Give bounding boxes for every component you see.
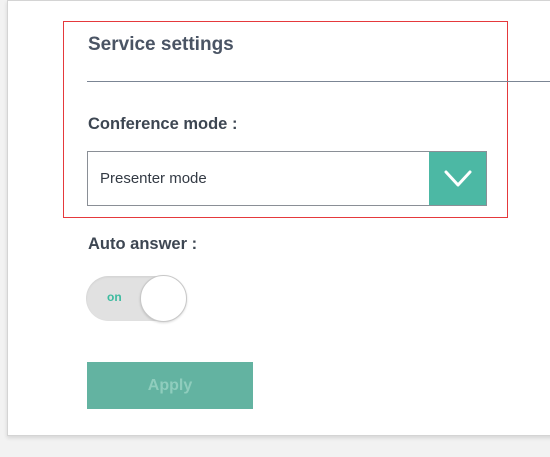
auto-answer-toggle[interactable]: on	[86, 275, 187, 322]
conference-mode-value: Presenter mode	[100, 170, 207, 187]
dropdown-arrow-button[interactable]	[429, 152, 486, 205]
section-divider	[87, 81, 550, 82]
toggle-knob[interactable]	[140, 275, 187, 322]
toggle-state-text: on	[107, 290, 122, 304]
chevron-down-icon	[444, 170, 471, 186]
auto-answer-label: Auto answer :	[88, 235, 198, 253]
conference-mode-label: Conference mode :	[88, 115, 238, 133]
section-title: Service settings	[88, 34, 234, 55]
conference-mode-select[interactable]: Presenter mode	[87, 151, 487, 206]
apply-button[interactable]: Apply	[87, 362, 253, 409]
